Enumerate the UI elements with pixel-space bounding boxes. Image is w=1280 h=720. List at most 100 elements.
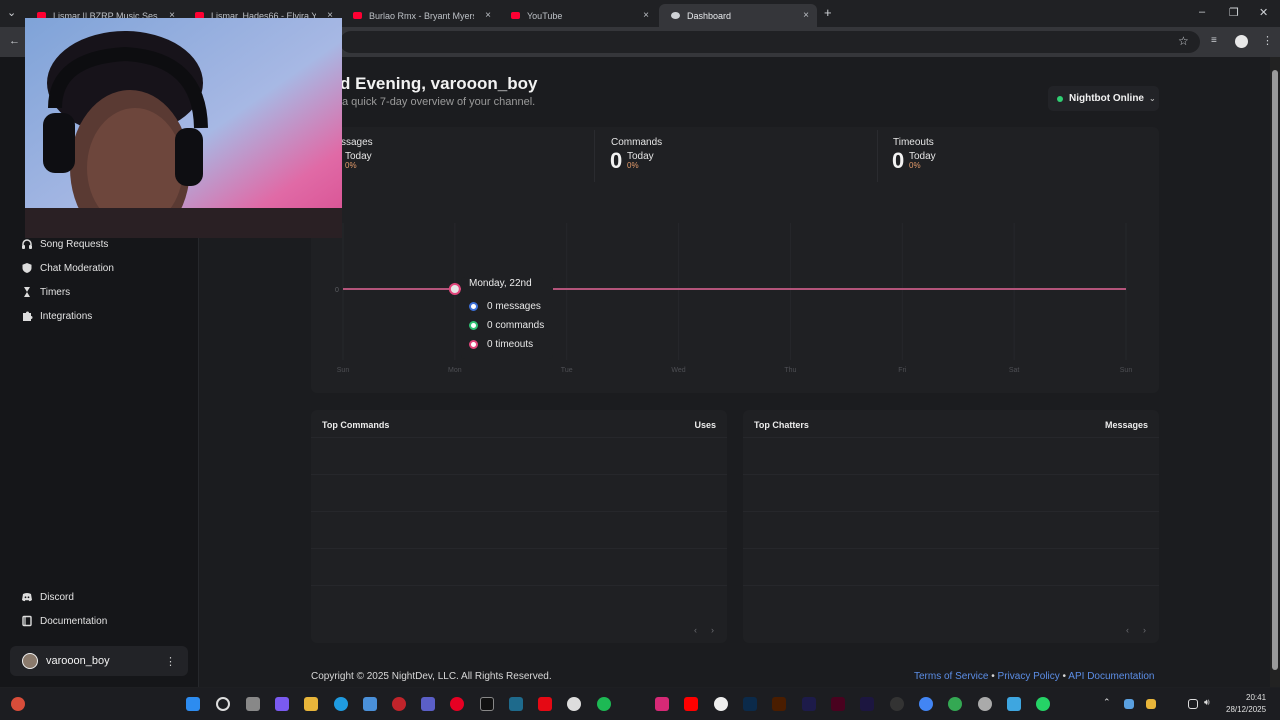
divider [877, 130, 878, 182]
tab-title: Burlao Rmx - Bryant Myers x Ar [369, 10, 474, 21]
bookmark-star-icon[interactable]: ☆ [1178, 34, 1189, 48]
browser-tab-4[interactable]: YouTube × [499, 4, 657, 27]
spotify-icon[interactable] [597, 697, 611, 711]
tray-app-icon[interactable] [1146, 699, 1156, 709]
table-row [743, 437, 1159, 438]
opera-icon[interactable] [392, 697, 406, 711]
taskbar-clock-time[interactable]: 20:41 [1246, 693, 1266, 702]
activity-line-chart[interactable]: 0 Sun Mon Tue Wed Thu Fri Sat Sun [311, 215, 1159, 380]
maximize-icon[interactable]: ❐ [1229, 6, 1239, 19]
app-icon[interactable] [509, 697, 523, 711]
copilot-icon[interactable] [275, 697, 289, 711]
chrome-profile-icon[interactable] [948, 697, 962, 711]
next-page-button[interactable]: › [1143, 625, 1146, 635]
puzzle-icon [21, 310, 33, 322]
browser-tab-3[interactable]: Burlao Rmx - Bryant Myers x Ar × [341, 4, 499, 27]
browser-tab-dashboard[interactable]: Dashboard × [659, 4, 817, 27]
page-title: d Evening, varooon_boy [340, 74, 538, 93]
whatsapp-icon[interactable] [1036, 697, 1050, 711]
browser-menu-icon[interactable]: ⋮ [1262, 34, 1273, 47]
sidebar-item-timers[interactable]: Timers [21, 283, 70, 301]
after-effects-icon[interactable] [802, 697, 816, 711]
search-icon[interactable] [216, 697, 230, 711]
youtube-icon[interactable] [684, 697, 698, 711]
sidebar-item-integrations[interactable]: Integrations [21, 307, 92, 325]
prev-page-button[interactable]: ‹ [1126, 625, 1129, 635]
table-title: Top Commands [322, 420, 390, 430]
user-account-card[interactable]: varooon_boy ⋮ [10, 646, 188, 676]
volume-icon[interactable]: 🔊︎ [1204, 697, 1210, 708]
taskbar-clock-date[interactable]: 28/12/2025 [1226, 705, 1266, 714]
privacy-link[interactable]: Privacy Policy [998, 671, 1060, 682]
tooltip-row-commands: 0 commands [469, 320, 544, 331]
illustrator-icon[interactable] [772, 697, 786, 711]
stat-change: 0% [909, 161, 921, 170]
next-page-button[interactable]: › [711, 625, 714, 635]
premiere-icon[interactable] [860, 697, 874, 711]
netflix-icon[interactable] [538, 697, 552, 711]
indesign-icon[interactable] [831, 697, 845, 711]
widgets-icon[interactable] [11, 697, 25, 711]
window-close-icon[interactable]: ✕ [1259, 6, 1268, 19]
y-tick-label: 0 [335, 287, 339, 294]
series-swatch-timeouts [469, 340, 478, 349]
instagram-icon[interactable] [655, 697, 669, 711]
stat-value: 0 [610, 148, 623, 173]
network-icon[interactable] [1188, 699, 1198, 709]
x-tick-label: Sun [337, 367, 350, 374]
terms-link[interactable]: Terms of Service [914, 671, 988, 682]
minimize-icon[interactable]: – [1199, 6, 1205, 18]
chatgpt-icon[interactable] [567, 697, 581, 711]
obs-icon[interactable] [890, 697, 904, 711]
book-icon [21, 615, 33, 627]
x-tick-label: Sun [1120, 367, 1133, 374]
edge-icon[interactable] [334, 697, 348, 711]
sidebar-item-label: Song Requests [40, 238, 109, 250]
teams-icon[interactable] [421, 697, 435, 711]
page-subtitle: a quick 7-day overview of your channel. [342, 96, 536, 108]
pinterest-icon[interactable] [450, 697, 464, 711]
tray-chevron-up-icon[interactable]: ⌃ [1103, 697, 1111, 708]
user-menu-icon[interactable]: ⋮ [165, 655, 176, 668]
sidebar-item-chat-moderation[interactable]: Chat Moderation [21, 259, 114, 277]
sidebar-item-label: Chat Moderation [40, 262, 114, 274]
tooltip-row-messages: 0 messages [469, 301, 541, 312]
x-tick-label: Thu [784, 367, 796, 374]
stat-change: 0% [627, 161, 639, 170]
tab-close-icon[interactable]: × [803, 10, 809, 21]
profile-avatar-icon[interactable] [1235, 35, 1248, 48]
windows-start-icon[interactable] [186, 697, 200, 711]
media-control-icon[interactable]: ≡ [1211, 35, 1217, 46]
new-tab-button[interactable]: + [824, 5, 832, 20]
sidebar-item-discord[interactable]: Discord [21, 588, 74, 606]
tray-app-icon[interactable] [1124, 699, 1134, 709]
youtube-favicon-icon [511, 12, 520, 19]
photoshop-icon[interactable] [743, 697, 757, 711]
headphones-icon [21, 238, 33, 250]
tab-close-icon[interactable]: × [485, 10, 491, 21]
tab-search-icon[interactable]: ⌄ [7, 6, 16, 19]
bot-status-dropdown[interactable]: Nightbot Online ⌄ [1048, 86, 1159, 111]
table-row [311, 548, 727, 549]
scrollbar-thumb[interactable] [1272, 70, 1278, 670]
store-icon[interactable] [363, 697, 377, 711]
settings-gear-icon[interactable] [978, 697, 992, 711]
address-bar[interactable] [340, 31, 1200, 53]
x-tick-label: Tue [561, 367, 573, 374]
threads-icon[interactable] [714, 697, 728, 711]
sidebar-item-documentation[interactable]: Documentation [21, 612, 107, 630]
prev-page-button[interactable]: ‹ [694, 625, 697, 635]
task-view-icon[interactable] [246, 697, 260, 711]
tab-close-icon[interactable]: × [643, 10, 649, 21]
api-docs-link[interactable]: API Documentation [1068, 671, 1154, 682]
chrome-icon[interactable] [919, 697, 933, 711]
footer-copyright: Copyright © 2025 NightDev, LLC. All Righ… [311, 671, 552, 682]
tooltip-value: 0 commands [487, 320, 545, 331]
table-title: Top Chatters [754, 420, 809, 430]
table-row [311, 511, 727, 512]
back-icon[interactable]: ← [9, 35, 20, 47]
file-explorer-icon[interactable] [304, 697, 318, 711]
tiktok-icon[interactable] [480, 697, 494, 711]
app-icon[interactable] [1007, 697, 1021, 711]
tooltip-row-timeouts: 0 timeouts [469, 339, 533, 350]
